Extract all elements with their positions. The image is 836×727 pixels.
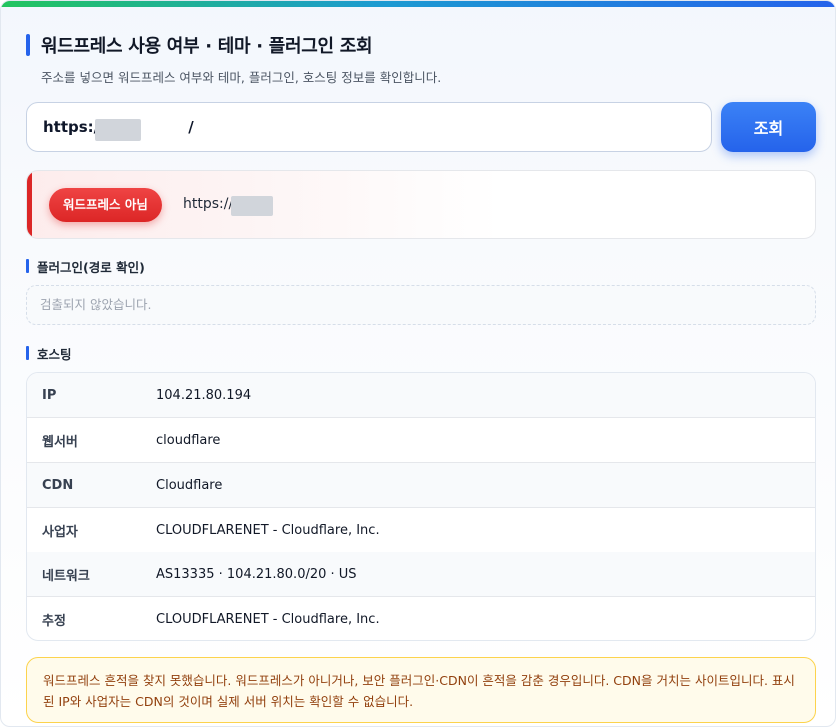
hosting-section-header: 호스팅 [26,345,72,362]
row-key: 웹서버 [42,434,78,450]
row-key: 사업자 [42,524,78,540]
table-row: 웹서버 cloudflare [27,418,815,463]
status-stripe [27,171,32,238]
table-row: CDN Cloudflare [27,463,815,508]
row-value: cloudflare [156,432,221,448]
query-button[interactable]: 조회 [721,102,816,152]
row-value: AS13335 · 104.21.80.0/20 · US [156,566,357,582]
row-value: CLOUDFLARENET - Cloudflare, Inc. [156,612,380,627]
row-key: 추정 [42,614,66,629]
page-subtitle: 주소를 넣으면 워드프레스 여부와 테마, 플러그인, 호스팅 정보를 확인합니… [41,70,442,85]
row-value: Cloudflare [156,477,223,493]
redacted-domain-mask [95,119,141,141]
table-row: 추정 CLOUDFLARENET - Cloudflare, Inc. [27,597,815,640]
redacted-result-domain-mask [231,196,273,216]
title-accent-bar [26,34,30,56]
row-key: 네트워크 [42,568,90,584]
row-key: IP [42,387,57,403]
row-key: CDN [42,477,74,493]
table-row: IP 104.21.80.194 [27,373,815,418]
title-row: 워드프레스 사용 여부 · 테마 · 플러그인 조회 [26,33,373,57]
plugins-section-header: 플러그인(경로 확인) [26,258,145,275]
row-value: 104.21.80.194 [156,387,252,403]
page-title: 워드프레스 사용 여부 · 테마 · 플러그인 조회 [41,36,373,57]
hosting-table: IP 104.21.80.194 웹서버 cloudflare CDN Clou… [26,372,816,641]
warning-notice: 워드프레스 흔적을 찾지 못했습니다. 워드프레스가 아니거나, 보안 플러그인… [26,657,816,723]
plugins-empty-state: 검출되지 않았습니다. [26,285,816,325]
result-status-card: 워드프레스 아님 https:// / [26,170,816,239]
gradient-top-bar [1,1,835,7]
section-accent-bar [26,259,29,273]
section-accent-bar [26,346,29,360]
lookup-card: 워드프레스 사용 여부 · 테마 · 플러그인 조회 주소를 넣으면 워드프레스… [0,0,836,727]
row-value: CLOUDFLARENET - Cloudflare, Inc. [156,522,380,538]
table-row: 네트워크 AS13335 · 104.21.80.0/20 · US [27,552,815,597]
table-row: 사업자 CLOUDFLARENET - Cloudflare, Inc. [27,508,815,553]
status-badge: 워드프레스 아님 [49,188,162,222]
hosting-section-title: 호스팅 [37,346,72,362]
plugins-section-title: 플러그인(경로 확인) [37,259,145,275]
